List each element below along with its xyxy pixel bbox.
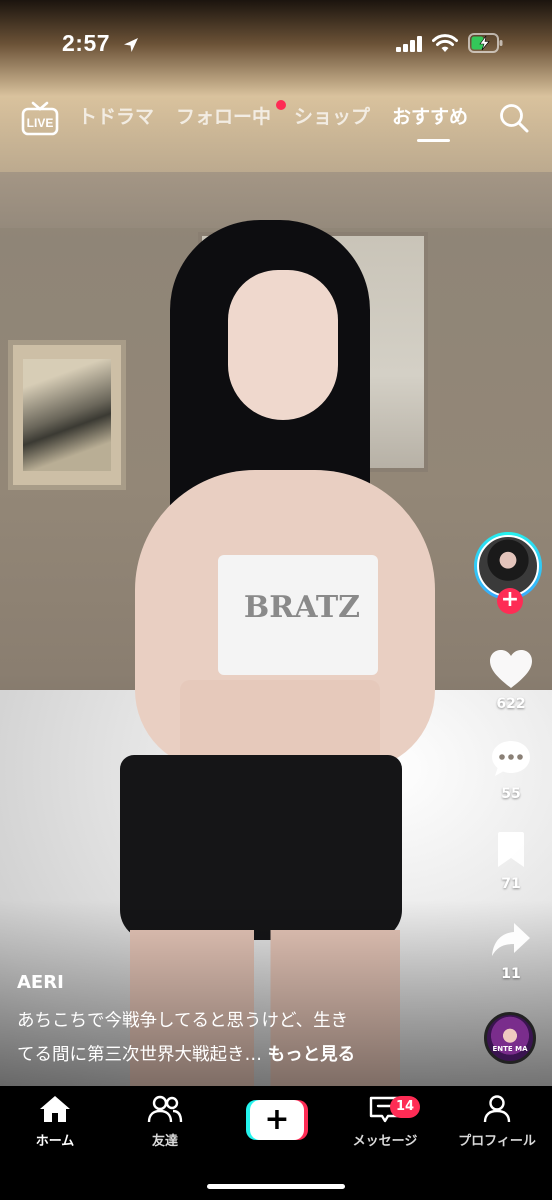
- share-arrow-icon: [492, 923, 530, 956]
- music-disc[interactable]: ENTE MA: [484, 1012, 536, 1064]
- home-icon: [40, 1096, 70, 1122]
- share-button[interactable]: 11: [470, 920, 552, 982]
- following-notification-dot: [276, 100, 286, 110]
- comment-button[interactable]: 55: [470, 738, 552, 802]
- share-count: 11: [501, 966, 521, 982]
- music-disc-label: ENTE MA: [492, 1045, 528, 1053]
- battery-charging-icon: [468, 33, 503, 53]
- bottom-nav: ホーム 友達 + 14 メッセージ プロフィール: [0, 1086, 552, 1200]
- author-name[interactable]: AERI: [17, 972, 64, 993]
- like-button[interactable]: 622: [470, 648, 552, 712]
- comment-bubble-icon: [492, 741, 530, 776]
- active-tab-indicator: [417, 139, 450, 142]
- home-indicator: [207, 1184, 345, 1189]
- person-face: [228, 270, 338, 420]
- painting-art: [23, 359, 111, 471]
- follow-button[interactable]: +: [497, 588, 523, 614]
- bookmark-icon: [498, 832, 524, 867]
- nav-home-label: ホーム: [35, 1134, 75, 1149]
- status-bar: 2:57: [0, 0, 552, 80]
- top-nav: LIVE トドラマ フォロー中 ショップ おすすめ: [0, 92, 552, 152]
- tab-shop[interactable]: ショップ: [294, 102, 370, 129]
- nav-profile-label: プロフィール: [458, 1134, 536, 1149]
- plus-icon: +: [250, 1100, 304, 1140]
- live-tv-icon[interactable]: LIVE: [20, 98, 60, 138]
- inbox-badge: 14: [390, 1096, 421, 1118]
- tab-drama[interactable]: トドラマ: [78, 102, 154, 129]
- profile-icon: [483, 1095, 511, 1123]
- nav-friends[interactable]: 友達: [110, 1094, 220, 1149]
- cellular-signal-icon: [396, 36, 422, 52]
- caption-line-2-text: てる間に第三次世界大戦起き…: [17, 1045, 262, 1065]
- comment-count: 55: [501, 786, 521, 802]
- nav-home[interactable]: ホーム: [0, 1094, 110, 1149]
- nav-inbox[interactable]: 14 メッセージ: [330, 1094, 440, 1149]
- video-caption[interactable]: あちこちで今戦争してると思うけど、生き てる間に第三次世界大戦起き… もっと見る: [17, 1004, 437, 1072]
- save-button[interactable]: 71: [470, 830, 552, 892]
- caption-line-2: てる間に第三次世界大戦起き… もっと見る: [17, 1038, 437, 1072]
- wifi-icon: [432, 34, 458, 52]
- shirt-print: BRATZ: [243, 590, 361, 625]
- caption-line-1: あちこちで今戦争してると思うけど、生き: [17, 1011, 349, 1031]
- search-icon[interactable]: [498, 102, 530, 134]
- nav-profile[interactable]: プロフィール: [442, 1094, 552, 1149]
- nav-friends-label: 友達: [151, 1134, 178, 1149]
- see-more-link[interactable]: もっと見る: [268, 1045, 356, 1065]
- tab-for-you[interactable]: おすすめ: [392, 102, 468, 129]
- friends-icon: [147, 1095, 183, 1123]
- tab-following[interactable]: フォロー中: [176, 102, 271, 129]
- status-time: 2:57: [62, 30, 111, 56]
- heart-icon: [490, 650, 532, 688]
- save-count: 71: [501, 876, 521, 892]
- location-arrow-icon: [124, 38, 138, 52]
- like-count: 622: [496, 696, 526, 712]
- nav-inbox-label: メッセージ: [352, 1134, 418, 1149]
- wall-painting: [8, 340, 126, 490]
- live-label: LIVE: [27, 116, 54, 130]
- create-button[interactable]: +: [246, 1100, 308, 1140]
